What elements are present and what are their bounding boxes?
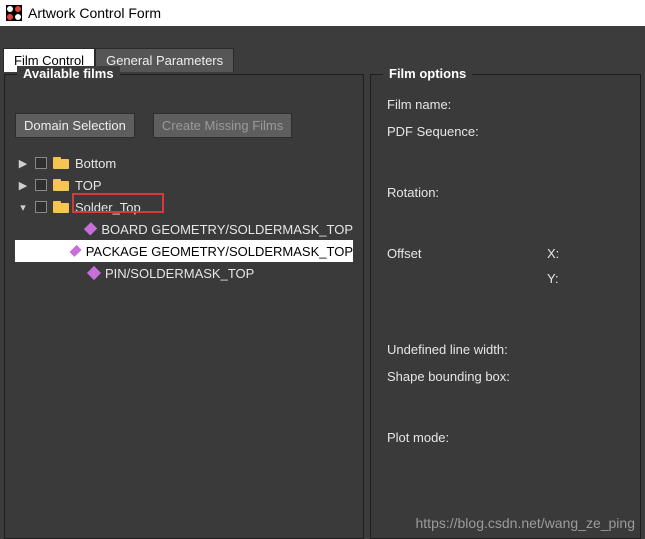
film-options-legend: Film options xyxy=(383,66,472,81)
content-area: Available films Domain Selection Create … xyxy=(0,72,645,539)
tree-child-board-geometry[interactable]: ▶ BOARD GEOMETRY/SOLDERMASK_TOP xyxy=(15,218,353,240)
domain-selection-button[interactable]: Domain Selection xyxy=(15,113,135,138)
label-offset-y: Y: xyxy=(547,271,559,286)
tree-child-package-geometry[interactable]: ▶ PACKAGE GEOMETRY/SOLDERMASK_TOP xyxy=(15,240,353,262)
film-options-body: Film name: PDF Sequence: Rotation: Offse… xyxy=(381,89,630,445)
tree-item-top[interactable]: ▶ TOP xyxy=(15,174,353,196)
tree-item-bottom[interactable]: ▶ Bottom xyxy=(15,152,353,174)
layer-icon xyxy=(84,222,98,236)
title-bar: Artwork Control Form xyxy=(0,0,645,26)
tree-item-label: Bottom xyxy=(75,156,116,171)
tree-item-label: Solder_Top xyxy=(75,200,141,215)
window-title: Artwork Control Form xyxy=(28,5,161,21)
tree-child-label: BOARD GEOMETRY/SOLDERMASK_TOP xyxy=(101,222,353,237)
label-plot-mode: Plot mode: xyxy=(387,430,624,445)
expander-icon[interactable]: ▾ xyxy=(17,201,29,214)
label-offset-x: X: xyxy=(547,246,559,261)
label-film-name: Film name: xyxy=(387,97,624,112)
checkbox[interactable] xyxy=(35,157,47,169)
app-icon xyxy=(6,5,22,21)
menu-bar xyxy=(0,26,645,46)
label-rotation: Rotation: xyxy=(387,185,624,200)
folder-icon xyxy=(53,201,69,213)
create-missing-films-button: Create Missing Films xyxy=(153,113,292,138)
offset-group: Offset X: Y: xyxy=(387,246,624,296)
available-films-legend: Available films xyxy=(17,66,120,81)
label-undefined-line-width: Undefined line width: xyxy=(387,342,624,357)
expander-icon[interactable]: ▶ xyxy=(17,179,29,192)
label-shape-bounding-box: Shape bounding box: xyxy=(387,369,624,384)
tree-child-label: PACKAGE GEOMETRY/SOLDERMASK_TOP xyxy=(86,244,353,259)
films-tree[interactable]: ▶ Bottom ▶ TOP ▾ Solder_Top ▶ xyxy=(15,152,353,284)
available-films-panel: Available films Domain Selection Create … xyxy=(4,74,364,539)
checkbox[interactable] xyxy=(35,201,47,213)
folder-icon xyxy=(53,179,69,191)
expander-icon[interactable]: ▶ xyxy=(17,157,29,170)
folder-icon xyxy=(53,157,69,169)
checkbox[interactable] xyxy=(35,179,47,191)
tree-item-label: TOP xyxy=(75,178,102,193)
tree-item-solder-top[interactable]: ▾ Solder_Top xyxy=(15,196,353,218)
label-offset: Offset xyxy=(387,246,547,296)
film-options-panel: Film options Film name: PDF Sequence: Ro… xyxy=(370,74,641,539)
films-button-row: Domain Selection Create Missing Films xyxy=(15,113,353,138)
tree-child-label: PIN/SOLDERMASK_TOP xyxy=(105,266,254,281)
tree-child-pin[interactable]: ▶ PIN/SOLDERMASK_TOP xyxy=(15,262,353,284)
layer-icon xyxy=(70,245,82,257)
label-pdf-sequence: PDF Sequence: xyxy=(387,124,624,139)
layer-icon xyxy=(87,266,101,280)
